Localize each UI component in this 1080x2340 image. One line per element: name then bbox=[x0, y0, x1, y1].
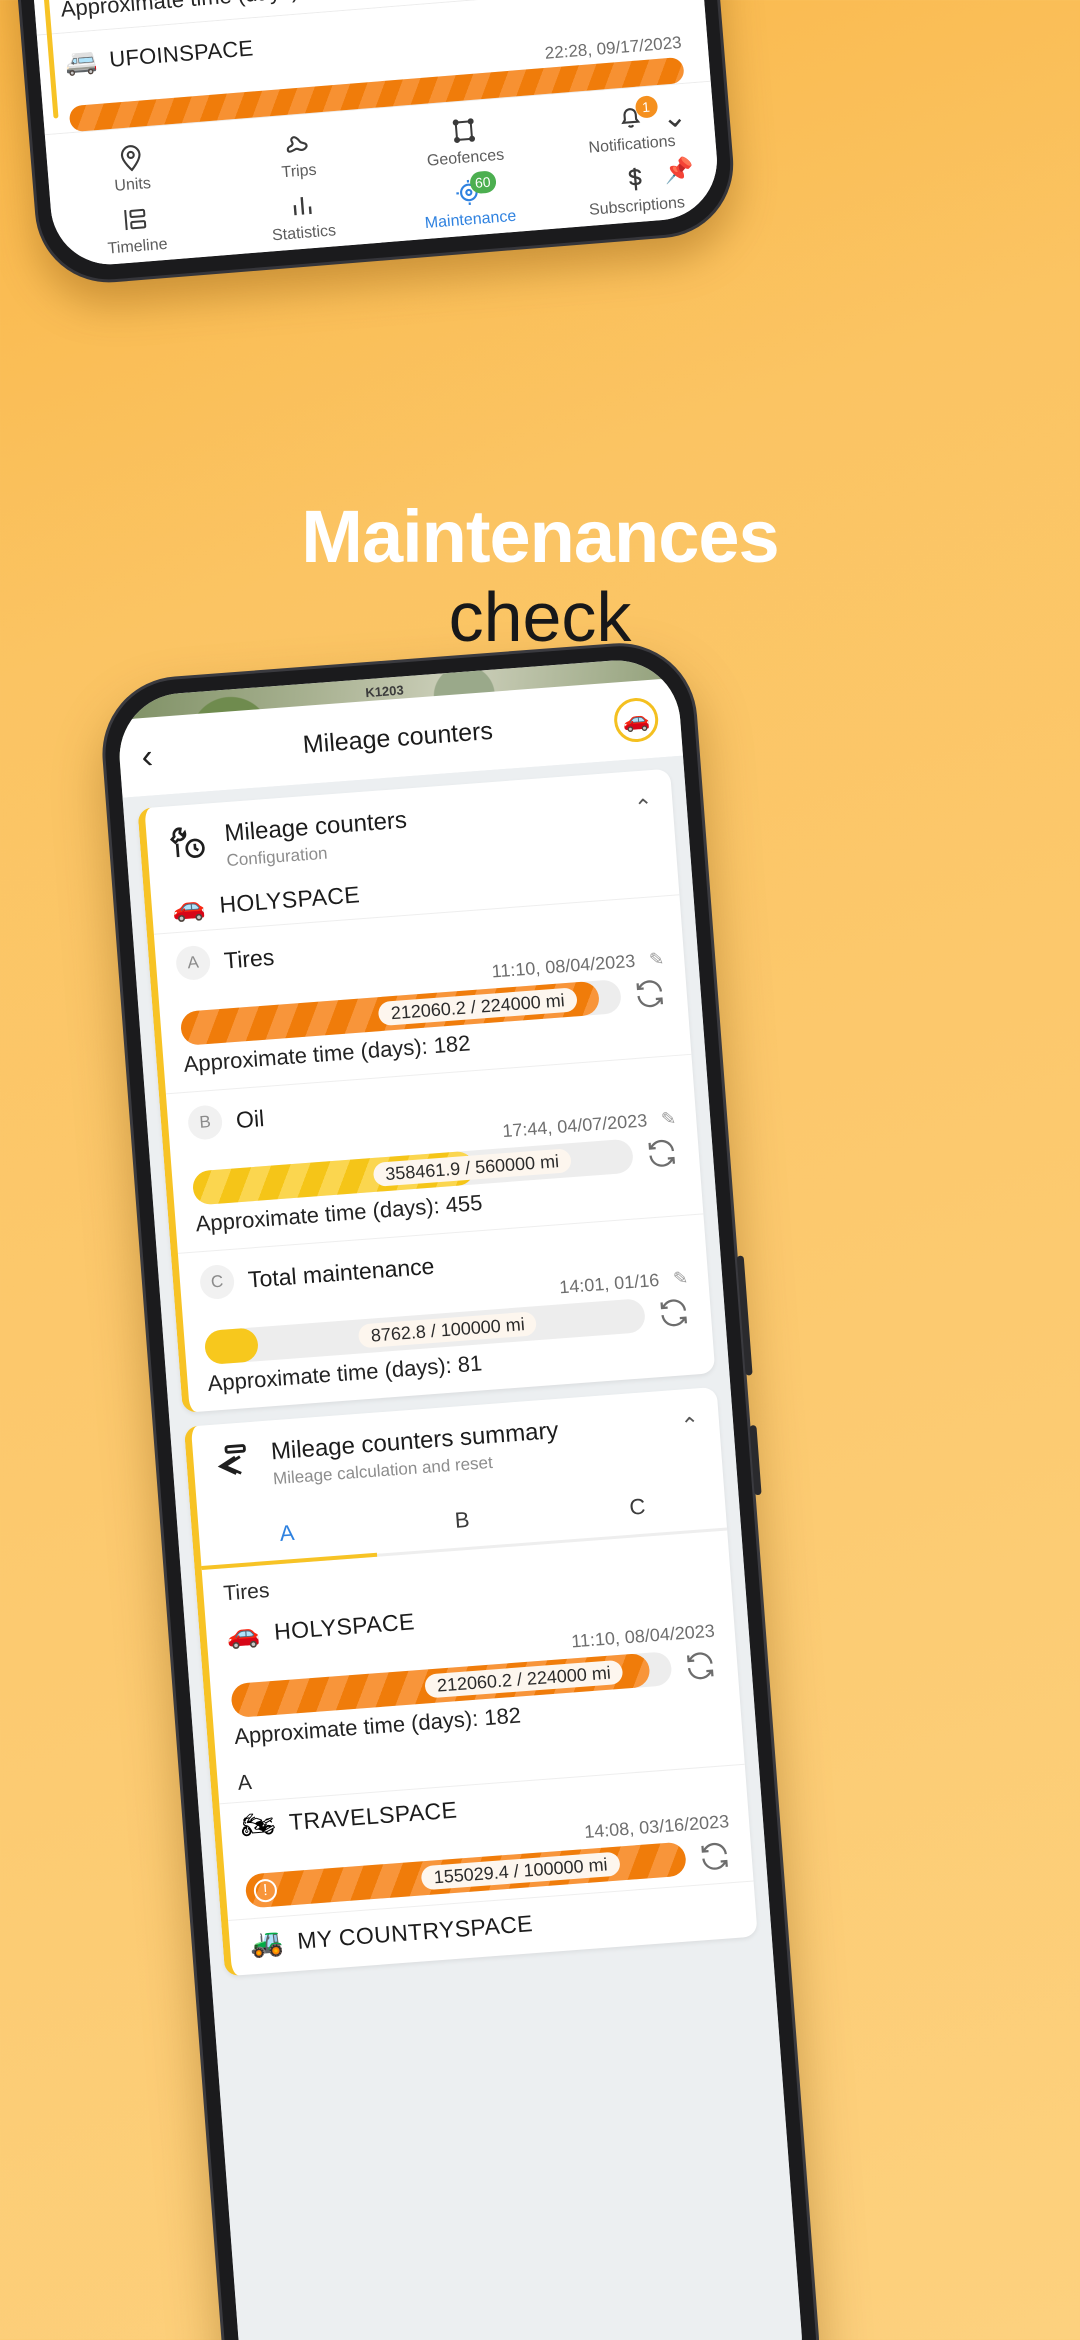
page-title: Mileage counters bbox=[301, 716, 494, 759]
mileage-counters-summary-card: Mileage counters summary Mileage calcula… bbox=[183, 1386, 758, 1977]
mileage-counters-config-card: Mileage counters Configuration ⌃ 🚗 HOLYS… bbox=[137, 768, 716, 1413]
reset-counter-icon[interactable] bbox=[696, 1838, 732, 1874]
avatar[interactable]: 🚗 bbox=[612, 696, 660, 744]
item-tag: A bbox=[174, 944, 212, 982]
chevron-up-icon[interactable]: ⌃ bbox=[633, 788, 654, 821]
main-phone-mockup: K1203 ‹ Mileage counters 🚗 Mileage count… bbox=[96, 637, 825, 2340]
nav-label: Timeline bbox=[107, 235, 169, 258]
chevron-down-icon[interactable]: ⌄ bbox=[661, 100, 689, 135]
item-title: Tires bbox=[223, 943, 276, 974]
tab-c[interactable]: C bbox=[548, 1476, 727, 1541]
map-label: K1203 bbox=[364, 682, 405, 701]
bell-icon: 1 bbox=[614, 95, 658, 133]
pin-icon[interactable]: 📌 bbox=[663, 155, 695, 186]
timeline-icon bbox=[119, 203, 151, 235]
bar-chart-icon bbox=[286, 190, 318, 222]
tab-b[interactable]: B bbox=[373, 1489, 552, 1554]
tractor-emoji-icon: 🚜 bbox=[248, 1926, 285, 1960]
car-emoji-icon: 🚗 bbox=[225, 1617, 262, 1651]
nav-label: Statistics bbox=[271, 222, 337, 245]
wrench-clock-icon bbox=[166, 822, 209, 865]
edit-pencil-icon[interactable]: ✎ bbox=[660, 1108, 677, 1130]
nav-label: Units bbox=[113, 174, 152, 195]
edit-pencil-icon[interactable]: ✎ bbox=[672, 1268, 689, 1290]
route-icon bbox=[281, 128, 313, 160]
unit-name: HOLYSPACE bbox=[218, 881, 361, 918]
unit-name: TRAVELSPACE bbox=[288, 1796, 459, 1836]
chevron-up-icon[interactable]: ⌃ bbox=[679, 1406, 700, 1439]
nav-label: Maintenance bbox=[424, 207, 517, 233]
promo-headline: Maintenances check bbox=[0, 500, 1080, 662]
unit-name: UFOINSPACE bbox=[108, 34, 255, 72]
reset-counter-icon[interactable] bbox=[644, 1135, 680, 1171]
unit-name: MY COUNTRYSPACE bbox=[296, 1910, 534, 1954]
nav-label: Subscriptions bbox=[588, 194, 686, 219]
nav-label: Geofences bbox=[426, 146, 505, 170]
unit-name: HOLYSPACE bbox=[273, 1608, 416, 1645]
item-title: Oil bbox=[235, 1104, 266, 1133]
back-button[interactable]: ‹ bbox=[140, 737, 182, 776]
dollar-icon bbox=[619, 163, 651, 195]
edit-pencil-icon[interactable]: ✎ bbox=[648, 949, 665, 971]
headline-line-1: Maintenances bbox=[301, 495, 779, 578]
polygon-icon bbox=[447, 115, 479, 147]
reset-counter-icon[interactable] bbox=[656, 1295, 692, 1331]
nav-label: Trips bbox=[281, 161, 318, 182]
item-tag: B bbox=[186, 1104, 224, 1141]
counters-summary-icon bbox=[212, 1440, 255, 1483]
unit-emoji-icon: 🚐 bbox=[63, 44, 99, 78]
maintenance-badge: 60 bbox=[469, 170, 497, 195]
car-emoji-icon: 🚗 bbox=[170, 890, 207, 924]
item-tag: C bbox=[198, 1263, 236, 1301]
reset-counter-icon[interactable] bbox=[632, 976, 668, 1012]
location-pin-icon bbox=[114, 141, 146, 173]
item-date: 14:01, 01/16 bbox=[558, 1269, 660, 1298]
top-phone-mockup: 3235.8 / 400000 mi Approximate time (day… bbox=[0, 0, 739, 289]
reset-counter-icon[interactable] bbox=[682, 1648, 718, 1684]
wrench-gear-icon: 60 bbox=[452, 170, 497, 208]
motorcycle-emoji-icon: 🏍 bbox=[239, 1808, 277, 1841]
